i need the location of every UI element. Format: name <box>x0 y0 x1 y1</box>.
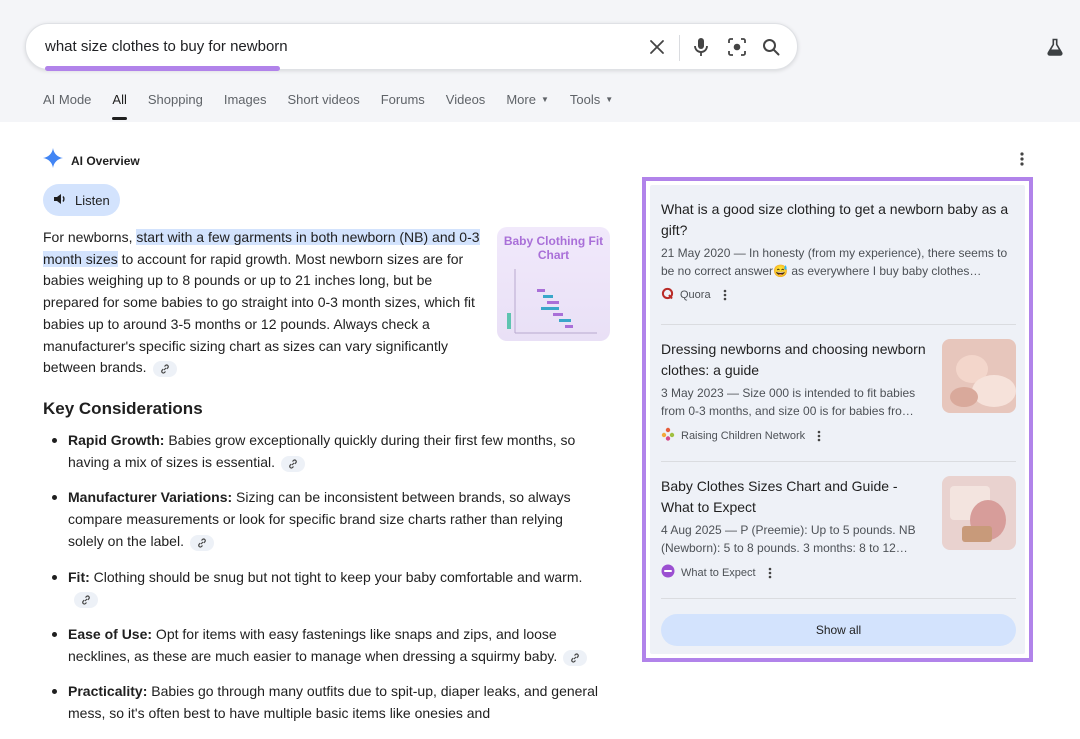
ai-overview-title: AI Overview <box>71 153 140 168</box>
caret-down-icon: ▼ <box>605 95 614 104</box>
link-icon <box>198 538 206 548</box>
baby-clothes-photo-thumbnail[interactable] <box>942 476 1016 550</box>
bullet-text: Babies go through many outfits due to sp… <box>68 683 598 722</box>
baby-photo-thumbnail[interactable] <box>942 339 1016 413</box>
list-item: Practicality: Babies go through many out… <box>50 681 600 724</box>
clear-icon[interactable] <box>646 36 668 58</box>
tab-more-label: More <box>506 92 536 107</box>
search-header: what size clothes to buy for newborn AI … <box>0 0 1080 122</box>
more-options-icon[interactable] <box>768 567 772 579</box>
source-site-name: Raising Children Network <box>681 429 806 442</box>
source-divider <box>661 461 1016 462</box>
search-icon[interactable] <box>760 36 782 58</box>
caret-down-icon: ▼ <box>540 95 549 104</box>
list-item: Ease of Use: Opt for items with easy fas… <box>50 624 600 667</box>
overview-intro: For newborns, start with a few garments … <box>43 227 489 379</box>
search-tabs: AI Mode All Shopping Images Short videos… <box>43 92 634 120</box>
speaker-icon <box>53 193 67 208</box>
intro-text-continued: to account for rapid growth. Most newbor… <box>43 250 475 376</box>
bullet-term: Ease of Use: <box>68 625 153 642</box>
source-card[interactable]: Baby Clothes Sizes Chart and Guide - Wha… <box>661 476 929 581</box>
bullet-term: Practicality: <box>68 683 148 700</box>
list-item: Fit: Clothing should be snug but not tig… <box>50 567 600 610</box>
source-snippet: 4 Aug 2025 — P (Preemie): Up to 5 pounds… <box>661 523 916 555</box>
bullet-term: Rapid Growth: <box>68 432 165 448</box>
link-icon <box>289 459 297 469</box>
source-link-chip[interactable] <box>563 649 588 666</box>
tab-images[interactable]: Images <box>224 92 267 107</box>
key-considerations-heading: Key Considerations <box>43 399 203 418</box>
search-input[interactable]: what size clothes to buy for newborn <box>45 38 288 55</box>
listen-label: Listen <box>75 192 110 208</box>
source-title[interactable]: Baby Clothes Sizes Chart and Guide - Wha… <box>661 476 929 518</box>
ai-overview-header: AI Overview <box>43 148 140 173</box>
tab-tools-label: Tools <box>569 92 601 107</box>
link-icon <box>82 595 90 605</box>
source-card[interactable]: Dressing newborns and choosing newborn c… <box>661 339 929 444</box>
more-options-icon[interactable] <box>723 289 727 301</box>
search-divider <box>679 35 680 61</box>
bullet-term: Manufacturer Variations: <box>68 489 233 506</box>
intro-text: For newborns, <box>43 229 137 245</box>
source-site-name: Quora <box>680 289 711 301</box>
baby-clothing-fit-chart-thumbnail[interactable]: Baby Clothing Fit Chart <box>497 227 610 341</box>
labs-flask-icon[interactable] <box>1044 36 1066 58</box>
tab-ai-mode[interactable]: AI Mode <box>43 92 91 107</box>
source-site-name: What to Expect <box>681 566 756 579</box>
lens-camera-icon[interactable] <box>726 36 748 58</box>
source-snippet: 21 May 2020 — In honesty (from my experi… <box>661 246 1008 278</box>
listen-button[interactable]: Listen <box>43 184 120 216</box>
quora-logo-icon <box>661 287 674 303</box>
list-item: Manufacturer Variations: Sizing can be i… <box>50 487 600 552</box>
list-item: Rapid Growth: Babies grow exceptionally … <box>50 430 600 473</box>
source-link-chip[interactable] <box>152 361 177 378</box>
source-title[interactable]: Dressing newborns and choosing newborn c… <box>661 339 929 381</box>
link-icon <box>571 653 580 663</box>
tab-all[interactable]: All <box>112 92 128 120</box>
key-considerations-list: Rapid Growth: Babies grow exceptionally … <box>50 430 600 739</box>
more-options-icon[interactable] <box>1014 150 1030 168</box>
bullet-text: Clothing should be snug but not tight to… <box>89 568 583 585</box>
tab-tools[interactable]: Tools ▼ <box>570 92 613 107</box>
raising-children-logo-icon <box>661 427 675 444</box>
source-site: Raising Children Network <box>661 427 929 444</box>
bullet-term: Fit: <box>68 568 90 585</box>
source-title[interactable]: What is a good size clothing to get a ne… <box>661 199 1016 241</box>
tab-more[interactable]: More ▼ <box>506 92 549 107</box>
source-link-chip[interactable] <box>280 455 305 472</box>
source-divider <box>661 324 1016 325</box>
what-to-expect-logo-icon <box>661 564 675 581</box>
source-site: Quora <box>661 287 1016 303</box>
microphone-icon[interactable] <box>690 36 712 58</box>
show-all-button[interactable]: Show all <box>661 614 1016 646</box>
tab-shopping[interactable]: Shopping <box>148 92 203 107</box>
source-divider <box>661 598 1016 599</box>
watermark-logo <box>8 704 52 726</box>
source-link-chip[interactable] <box>74 592 98 609</box>
tab-forums[interactable]: Forums <box>381 92 425 107</box>
source-link-chip[interactable] <box>189 534 214 551</box>
sources-panel: What is a good size clothing to get a ne… <box>650 185 1025 654</box>
search-highlight-underline <box>45 66 280 71</box>
tab-short-videos[interactable]: Short videos <box>287 92 359 107</box>
link-icon <box>160 364 169 374</box>
fit-chart-graphic <box>507 269 597 334</box>
search-box[interactable]: what size clothes to buy for newborn <box>25 23 798 71</box>
source-site: What to Expect <box>661 564 929 581</box>
tab-videos[interactable]: Videos <box>446 92 486 107</box>
more-options-icon[interactable] <box>817 430 821 442</box>
source-snippet: 3 May 2023 — Size 000 is intended to fit… <box>661 386 916 418</box>
source-card[interactable]: What is a good size clothing to get a ne… <box>661 199 1016 303</box>
gemini-sparkle-icon <box>43 148 63 173</box>
